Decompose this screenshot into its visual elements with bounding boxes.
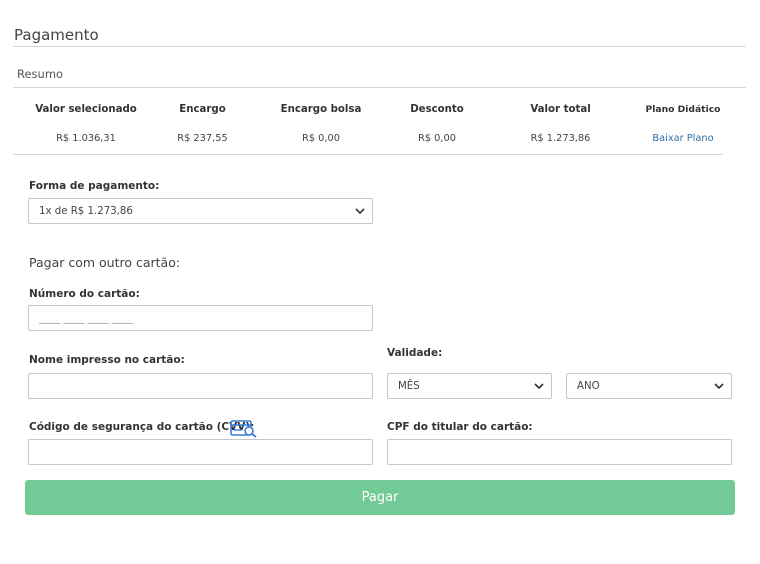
value-encargo-bolsa: R$ 0,00 — [302, 133, 340, 144]
chevron-down-icon — [534, 383, 544, 390]
pay-button[interactable]: Pagar — [25, 480, 735, 515]
title-divider — [13, 46, 746, 47]
summary-table: Valor selecionado Encargo Encargo bolsa … — [13, 96, 723, 154]
month-select-value: MÊS — [398, 380, 420, 392]
summary-header-row: Valor selecionado Encargo Encargo bolsa … — [13, 96, 723, 124]
cpf-input[interactable] — [388, 440, 731, 464]
year-select-value: ANO — [577, 380, 600, 392]
header-plano-didatico: Plano Didático — [645, 104, 721, 115]
validity-label: Validade: — [387, 347, 443, 359]
card-number-field-wrapper — [28, 305, 373, 331]
cvv-field-wrapper — [28, 439, 373, 465]
payment-method-label: Forma de pagamento: — [29, 180, 160, 192]
header-encargo-bolsa: Encargo bolsa — [280, 104, 362, 115]
value-desconto: R$ 0,00 — [418, 133, 456, 144]
value-valor-total: R$ 1.273,86 — [530, 133, 591, 144]
card-name-input[interactable] — [29, 374, 372, 398]
payment-method-value: 1x de R$ 1.273,86 — [39, 205, 133, 217]
cvv-input[interactable] — [29, 440, 372, 464]
month-select[interactable]: MÊS — [387, 373, 552, 399]
summary-bottom-divider — [13, 154, 723, 155]
header-valor-selecionado: Valor selecionado — [35, 104, 137, 115]
cvv-label: Código de segurança do cartão (CVV): — [29, 421, 255, 433]
header-encargo: Encargo — [179, 104, 226, 115]
summary-title: Resumo — [17, 67, 64, 81]
card-section-heading: Pagar com outro cartão: — [29, 255, 181, 270]
chevron-down-icon — [355, 208, 365, 215]
value-valor-selecionado: R$ 1.036,31 — [56, 133, 116, 144]
card-number-input[interactable] — [29, 306, 372, 330]
header-desconto: Desconto — [410, 104, 464, 115]
chevron-down-icon — [714, 383, 724, 390]
cpf-label: CPF do titular do cartão: — [387, 421, 533, 433]
card-name-field-wrapper — [28, 373, 373, 399]
year-select[interactable]: ANO — [566, 373, 732, 399]
cpf-field-wrapper — [387, 439, 732, 465]
download-plan-link[interactable]: Baixar Plano — [643, 124, 723, 154]
value-encargo: R$ 237,55 — [177, 133, 228, 144]
summary-divider — [13, 87, 746, 88]
header-valor-total: Valor total — [530, 104, 591, 115]
summary-values-row: R$ 1.036,31 R$ 237,55 R$ 0,00 R$ 0,00 R$… — [13, 124, 723, 154]
page-title: Pagamento — [14, 26, 99, 44]
cvv-card-search-icon[interactable] — [230, 420, 258, 438]
card-name-label: Nome impresso no cartão: — [29, 354, 185, 366]
card-number-label: Número do cartão: — [29, 288, 140, 300]
payment-method-select[interactable]: 1x de R$ 1.273,86 — [28, 198, 373, 224]
